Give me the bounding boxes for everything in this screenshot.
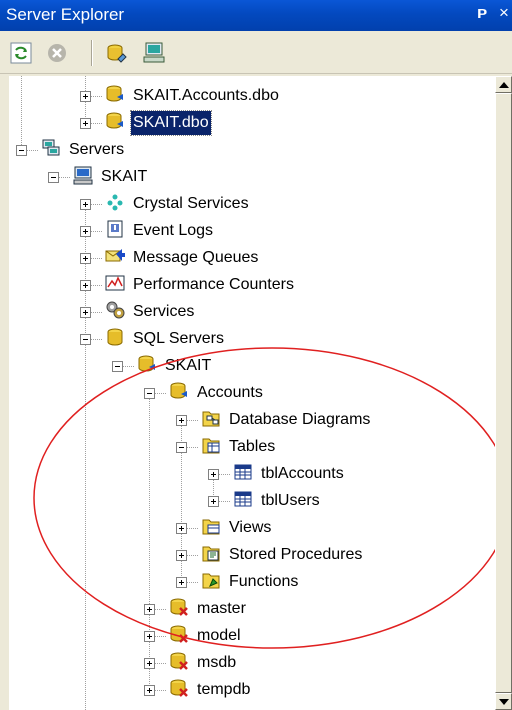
performance-counters-icon	[105, 275, 125, 291]
tree-item-label: Accounts	[197, 384, 263, 401]
close-icon[interactable]: ×	[499, 3, 509, 23]
tree-item-label: model	[197, 627, 241, 644]
server-tree: SKAIT.Accounts.dbo SKAIT.dbo Servers SKAIT C…	[9, 76, 495, 710]
tree-item-label: Views	[229, 519, 272, 536]
expand-toggle[interactable]	[80, 280, 91, 291]
tree-item-label: Message Queues	[133, 249, 259, 266]
views-folder-icon	[202, 519, 220, 535]
vertical-scrollbar[interactable]	[495, 76, 512, 710]
connect-to-database-icon	[107, 44, 127, 63]
pin-icon[interactable]: ᴘ	[477, 3, 487, 23]
services-icon	[106, 301, 125, 319]
toolbar-separator	[91, 40, 93, 66]
expand-toggle[interactable]	[80, 118, 91, 129]
tree-item-label: Tables	[229, 438, 276, 455]
scroll-down-arrow-icon	[499, 699, 509, 705]
tree-item-label: Functions	[229, 573, 299, 590]
crystal-services-icon	[107, 194, 123, 211]
tree-item-label: SKAIT.Accounts.dbo	[133, 87, 279, 104]
expand-toggle[interactable]	[80, 199, 91, 210]
connect-to-database-button[interactable]	[104, 40, 130, 66]
database-unavailable-icon	[170, 598, 188, 616]
database-unavailable-icon	[170, 679, 188, 697]
expand-toggle[interactable]	[176, 577, 187, 588]
tree-item-label: msdb	[197, 654, 237, 671]
connect-to-server-icon	[143, 42, 165, 63]
tree-item-label: tempdb	[197, 681, 251, 698]
expand-toggle[interactable]	[144, 631, 155, 642]
expand-toggle[interactable]	[144, 685, 155, 696]
tables-folder-icon	[202, 438, 220, 454]
tree-item-label: master	[197, 600, 246, 617]
tree-item-label: Stored Procedures	[229, 546, 363, 563]
sql-servers-icon	[107, 328, 123, 346]
stop-icon	[48, 44, 66, 62]
scroll-thumb[interactable]	[495, 93, 512, 693]
database-unavailable-icon	[170, 652, 188, 670]
expand-toggle[interactable]	[176, 415, 187, 426]
toolbar	[0, 31, 512, 74]
expand-toggle[interactable]	[80, 226, 91, 237]
title-bar: Server Explorer ᴘ ×	[0, 0, 512, 31]
collapse-toggle[interactable]	[176, 442, 187, 453]
stop-button[interactable]	[44, 40, 70, 66]
tree-item-label: tblUsers	[261, 492, 320, 509]
functions-icon	[202, 573, 220, 589]
expand-toggle[interactable]	[80, 253, 91, 264]
tree-item-label: SQL Servers	[133, 330, 224, 347]
scroll-up-arrow-icon	[499, 82, 509, 88]
expand-toggle[interactable]	[208, 469, 219, 480]
collapse-toggle[interactable]	[16, 145, 27, 156]
tree-item-label: tblAccounts	[261, 465, 344, 482]
server-explorer-window: Server Explorer ᴘ × SKAIT.Accounts.dbo S…	[0, 0, 512, 710]
window-title: Server Explorer	[6, 5, 125, 24]
table-icon	[234, 491, 252, 507]
table-icon	[234, 464, 252, 480]
refresh-button[interactable]	[8, 40, 34, 66]
database-diagrams-icon	[202, 411, 220, 427]
scroll-down-button[interactable]	[495, 693, 512, 710]
refresh-icon	[10, 42, 32, 64]
computer-icon	[73, 166, 93, 185]
collapse-toggle[interactable]	[80, 334, 91, 345]
collapse-toggle[interactable]	[48, 172, 59, 183]
connect-to-server-button[interactable]	[142, 40, 168, 66]
tree-item-label: Event Logs	[133, 222, 214, 239]
expand-toggle[interactable]	[208, 496, 219, 507]
tree-item-label: Performance Counters	[133, 276, 294, 293]
database-icon	[170, 382, 187, 399]
database-connection-icon	[106, 85, 123, 102]
stored-procedures-icon	[202, 546, 220, 562]
scroll-up-button[interactable]	[495, 76, 512, 93]
tree-item-label: SKAIT	[101, 168, 148, 185]
message-queues-icon	[105, 249, 125, 262]
tree-item-label: Services	[133, 303, 195, 320]
tree-item-label: Database Diagrams	[229, 411, 371, 428]
event-logs-icon	[107, 220, 123, 238]
tree-item-label: Crystal Services	[133, 195, 249, 212]
expand-toggle[interactable]	[144, 658, 155, 669]
tree-item-label: SKAIT.dbo	[130, 110, 212, 136]
expand-toggle[interactable]	[80, 307, 91, 318]
tree-item-label: SKAIT	[165, 357, 212, 374]
expand-toggle[interactable]	[176, 523, 187, 534]
collapse-toggle[interactable]	[112, 361, 123, 372]
sql-server-instance-icon	[138, 355, 155, 372]
expand-toggle[interactable]	[144, 604, 155, 615]
servers-icon	[42, 139, 60, 156]
expand-toggle[interactable]	[176, 550, 187, 561]
database-connection-icon	[106, 112, 123, 129]
expand-toggle[interactable]	[80, 91, 91, 102]
database-unavailable-icon	[170, 625, 188, 643]
tree-item-label: Servers	[69, 141, 125, 158]
collapse-toggle[interactable]	[144, 388, 155, 399]
